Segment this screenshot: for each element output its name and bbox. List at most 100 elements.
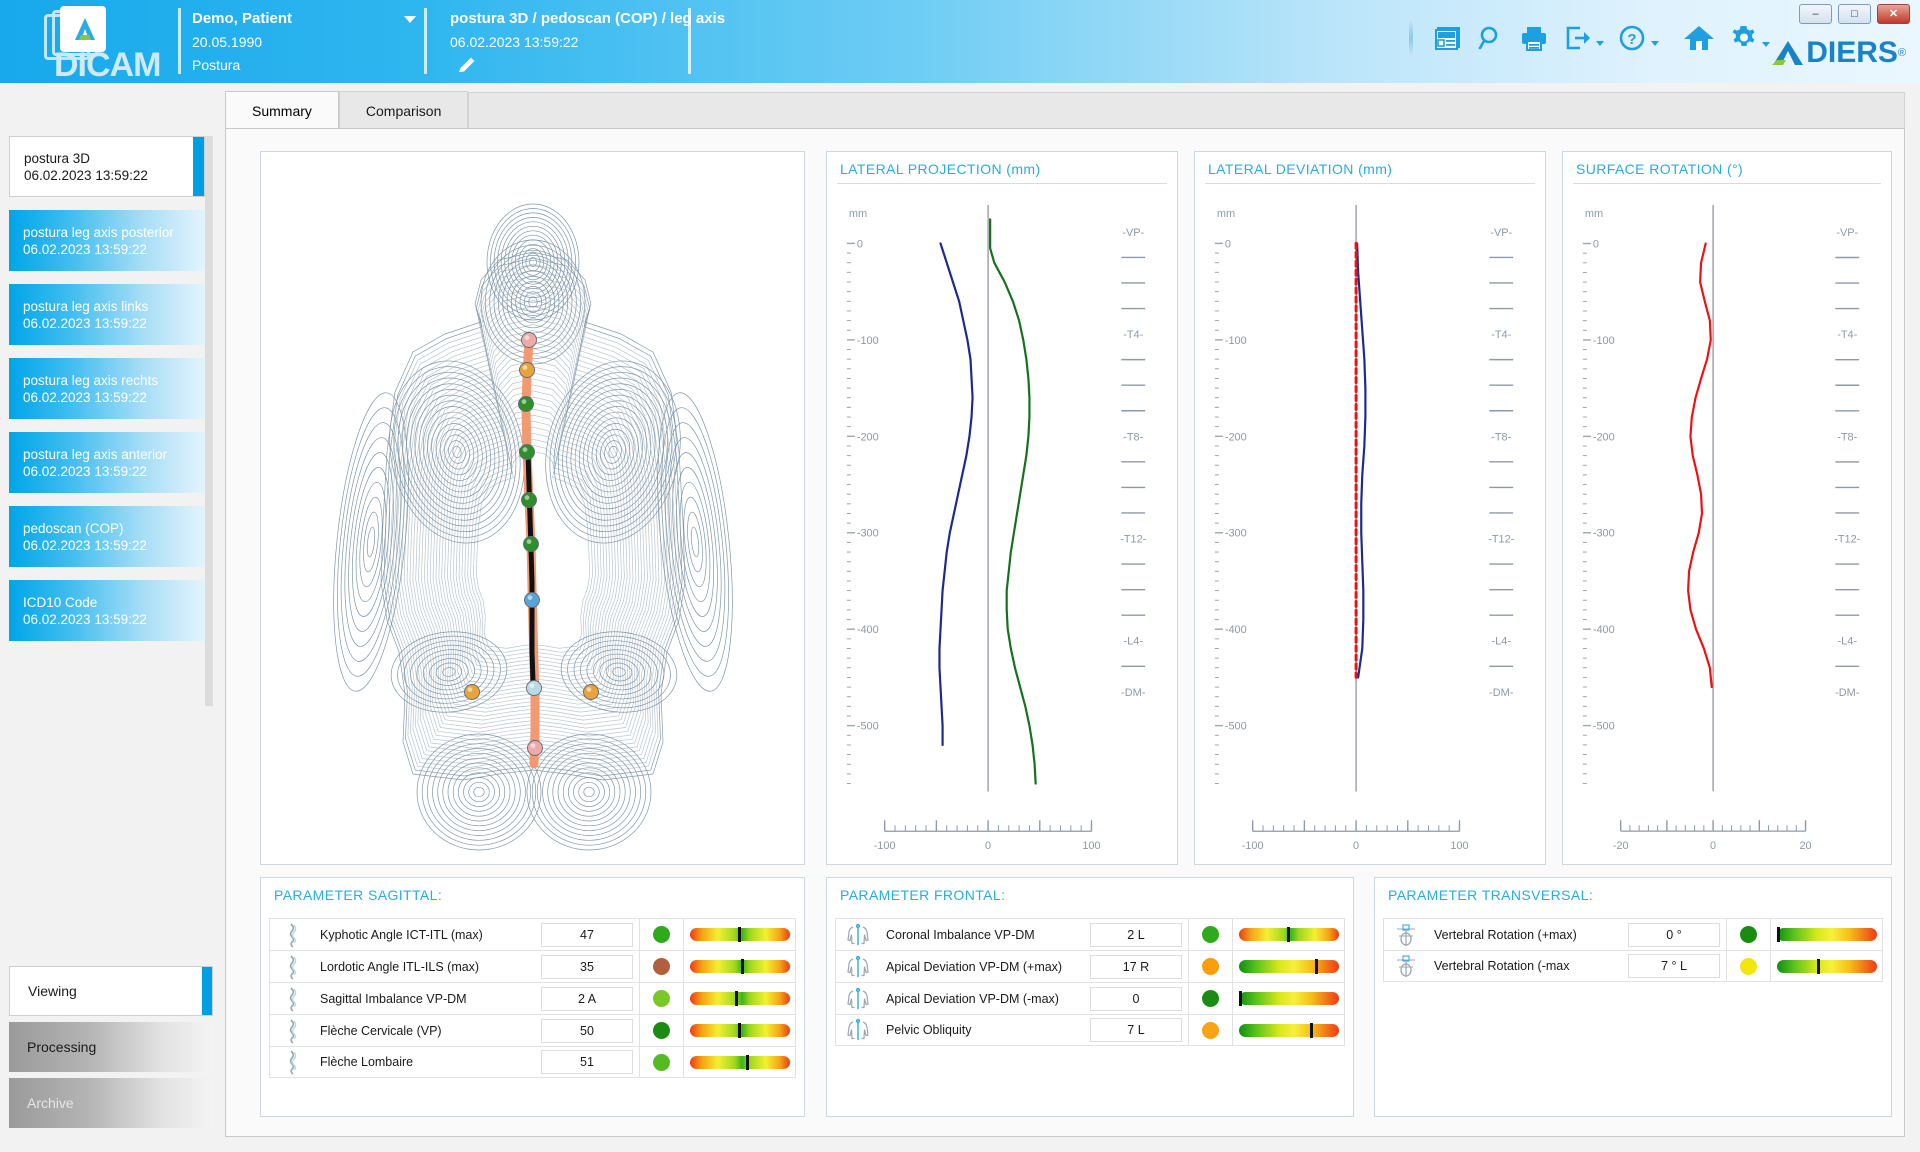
logo-a-icon (68, 12, 102, 46)
parameter-value: 47 (541, 923, 633, 947)
gauge-cell (1232, 951, 1344, 982)
spine-sagittal-icon (270, 984, 314, 1014)
gauge-cell (683, 983, 795, 1014)
status-badge-cell (639, 1047, 683, 1077)
vertebra-label: -T4- (1123, 329, 1143, 341)
sidebar-item-0[interactable]: postura 3D06.02.2023 13:59:22 (9, 136, 205, 197)
range-gauge (690, 1056, 790, 1069)
settings-icon[interactable] (1729, 23, 1770, 53)
table-row[interactable]: Sagittal Imbalance VP-DM2 A (269, 982, 796, 1014)
mode-button-processing[interactable]: Processing (9, 1022, 213, 1072)
y-tick-label: -200 (1225, 431, 1247, 443)
y-tick-label: -100 (1593, 335, 1615, 347)
help-dropdown-icon[interactable] (1651, 41, 1659, 46)
y-tick-label: -100 (857, 335, 879, 347)
lateral-deviation-plot[interactable]: mm0-100-200-300-400-500-VP--T4--T8--T12-… (1195, 186, 1545, 864)
table-row[interactable]: Flèche Lombaire51 (269, 1046, 796, 1078)
window-controls: – □ ✕ (1799, 4, 1910, 24)
vertebra-label: -T4- (1491, 329, 1511, 341)
sidebar-item-timestamp: 06.02.2023 13:59:22 (23, 315, 205, 332)
title-rule (1205, 183, 1535, 184)
sidebar-item-timestamp: 06.02.2023 13:59:22 (23, 241, 205, 258)
minimize-button[interactable]: – (1799, 4, 1832, 24)
series-spine-midline (939, 243, 972, 745)
status-badge-cell (1726, 919, 1770, 950)
patient-dropdown-icon[interactable] (404, 16, 416, 23)
export-dropdown-icon[interactable] (1596, 41, 1604, 46)
header-divider-3 (688, 8, 691, 74)
status-badge (653, 926, 670, 943)
pencil-icon[interactable] (456, 56, 476, 81)
gauge-needle (1777, 927, 1780, 942)
parameter-value: 17 R (1090, 955, 1182, 979)
help-icon[interactable]: ? (1618, 24, 1659, 52)
table-row[interactable]: Coronal Imbalance VP-DM2 L (835, 918, 1345, 950)
tab-bar: Summary Comparison (225, 91, 1905, 129)
gauge-needle (1239, 991, 1242, 1006)
print-icon[interactable] (1519, 24, 1549, 52)
lateral-projection-plot[interactable]: mm0-100-200-300-400-500-VP--T4--T8--T12-… (827, 186, 1177, 864)
status-badge (653, 1054, 670, 1071)
tab-label: Summary (252, 103, 312, 119)
vertebra-label: -T4- (1837, 329, 1857, 341)
table-row[interactable]: Apical Deviation VP-DM (-max)0 (835, 982, 1345, 1014)
status-badge-cell (639, 919, 683, 950)
back-surface-image[interactable] (261, 152, 804, 864)
table-row[interactable]: Flèche Cervicale (VP)50 (269, 1014, 796, 1046)
range-gauge (690, 960, 790, 973)
parameter-sagittal-card: PARAMETER SAGITTAL: Kyphotic Angle ICT-I… (260, 877, 805, 1117)
surface-rotation-plot[interactable]: mm0-100-200-300-400-500-VP--T4--T8--T12-… (1563, 186, 1891, 864)
table-row[interactable]: Lordotic Angle ITL-ILS (max)35 (269, 950, 796, 982)
gauge-needle (1310, 1023, 1313, 1038)
sidebar-item-4[interactable]: postura leg axis anterior06.02.2023 13:5… (9, 432, 205, 493)
parameter-value: 51 (541, 1050, 633, 1074)
vertebra-label: -VP- (1490, 227, 1512, 239)
vertebra-label: -VP- (1836, 227, 1858, 239)
gauge-needle (738, 927, 741, 942)
series-surface-profile (990, 219, 1036, 783)
y-tick-label: -300 (1225, 528, 1247, 540)
status-badge (1202, 990, 1219, 1007)
home-icon[interactable] (1683, 23, 1715, 53)
exam-timestamp: 06.02.2023 13:59:22 (450, 31, 725, 54)
sidebar-item-5[interactable]: pedoscan (COP)06.02.2023 13:59:22 (9, 506, 205, 567)
tab-summary[interactable]: Summary (225, 91, 339, 129)
left-sidebar: postura 3D06.02.2023 13:59:22 postura leg… (0, 83, 213, 1152)
table-row[interactable]: Vertebral Rotation (-max7 ° L (1383, 950, 1883, 982)
lateral-projection-title: LATERAL PROJECTION (mm) (840, 161, 1041, 177)
y-tick-label: -500 (1225, 721, 1247, 733)
y-axis-label: mm (849, 208, 867, 220)
export-icon[interactable] (1563, 24, 1604, 52)
torso-coronal-icon (836, 920, 880, 950)
mode-button-viewing[interactable]: Viewing (9, 966, 213, 1016)
search-icon[interactable] (1477, 24, 1505, 52)
maximize-button[interactable]: □ (1838, 4, 1871, 24)
x-tick-label: -100 (1242, 840, 1264, 852)
header-divider-1 (178, 8, 181, 74)
sidebar-item-1[interactable]: postura leg axis posterior06.02.2023 13:… (9, 210, 205, 271)
news-icon[interactable] (1433, 24, 1463, 52)
sidebar-item-6[interactable]: ICD10 Code06.02.2023 13:59:22 (9, 580, 205, 641)
diers-brand: DIERS ® (1770, 36, 1906, 70)
parameter-value: 2 A (541, 987, 633, 1011)
y-tick-label: -500 (857, 721, 879, 733)
patient-name: Demo, Patient (192, 6, 292, 31)
y-tick-label: -500 (1593, 721, 1615, 733)
torso-apical-plus-icon (836, 952, 880, 982)
parameter-sagittal-table: Kyphotic Angle ICT-ITL (max)47Lordotic A… (269, 918, 796, 1078)
table-row[interactable]: Vertebral Rotation (+max)0 ° (1383, 918, 1883, 950)
x-tick-label: 100 (1450, 840, 1468, 852)
table-row[interactable]: Kyphotic Angle ICT-ITL (max)47 (269, 918, 796, 950)
y-axis-label: mm (1217, 208, 1235, 220)
table-row[interactable]: Apical Deviation VP-DM (+max)17 R (835, 950, 1345, 982)
y-tick-label: -300 (1593, 528, 1615, 540)
range-gauge (1239, 992, 1339, 1005)
lateral-projection-card: LATERAL PROJECTION (mm) mm0-100-200-300-… (826, 151, 1178, 865)
close-button[interactable]: ✕ (1877, 4, 1910, 24)
table-row[interactable]: Pelvic Obliquity7 L (835, 1014, 1345, 1046)
tab-comparison[interactable]: Comparison (339, 91, 468, 129)
mode-button-archive[interactable]: Archive (9, 1078, 213, 1128)
sidebar-item-3[interactable]: postura leg axis rechts06.02.2023 13:59:… (9, 358, 205, 419)
sidebar-item-2[interactable]: postura leg axis links06.02.2023 13:59:2… (9, 284, 205, 345)
settings-dropdown-icon[interactable] (1762, 42, 1770, 47)
